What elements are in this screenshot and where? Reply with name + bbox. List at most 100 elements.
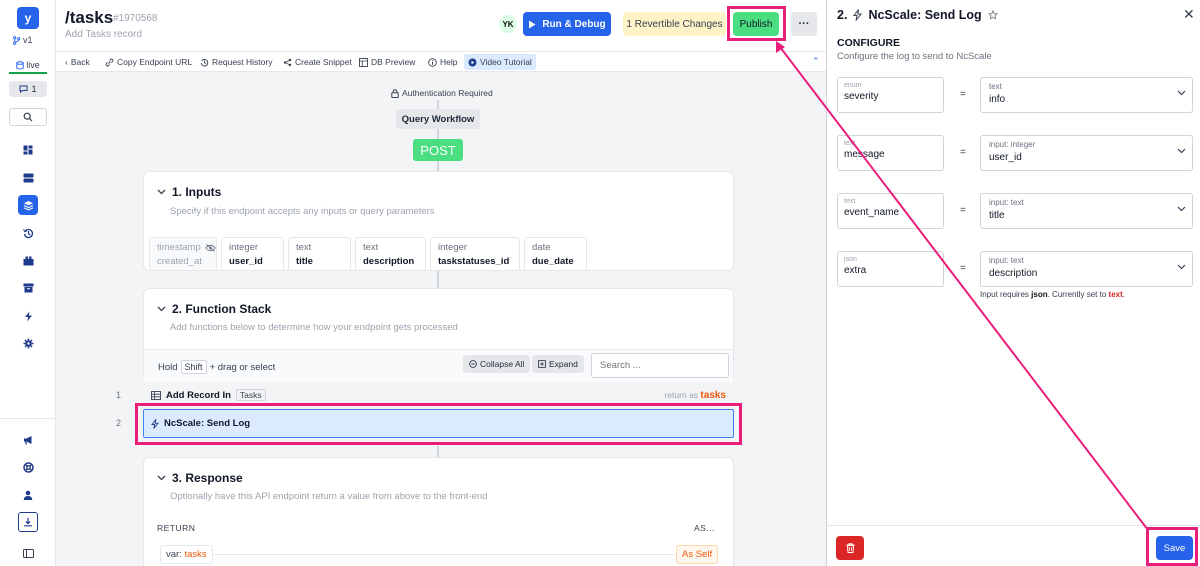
request-history-button[interactable]: Request History bbox=[200, 54, 272, 70]
panel-title-number: 2. bbox=[837, 8, 848, 22]
trash-icon bbox=[846, 543, 854, 553]
environment-live[interactable]: live bbox=[9, 58, 47, 74]
value: user_id bbox=[989, 152, 1022, 163]
download-icon[interactable] bbox=[18, 512, 38, 532]
response-divider bbox=[214, 554, 674, 555]
stack-row-number: 1 bbox=[116, 390, 122, 400]
param-field-event-name[interactable]: text event_name bbox=[837, 193, 944, 229]
branch-version[interactable]: v1 bbox=[12, 35, 33, 45]
function-search-input[interactable] bbox=[591, 353, 729, 378]
run-debug-label: Run & Debug bbox=[542, 18, 606, 30]
param-value-select-event-name[interactable]: input: text title bbox=[980, 193, 1193, 229]
input-chip-due-date[interactable]: date due_date bbox=[524, 237, 587, 271]
eye-slash-icon[interactable] bbox=[205, 244, 216, 252]
equals-sign: = bbox=[960, 147, 966, 158]
page-subtitle[interactable]: Add Tasks record bbox=[65, 29, 142, 40]
library-icon[interactable] bbox=[18, 251, 38, 271]
param-name: severity bbox=[844, 91, 879, 102]
more-options-button[interactable]: ··· bbox=[791, 12, 817, 36]
input-chip-created-at[interactable]: timestamp created_at bbox=[149, 237, 217, 271]
lock-icon bbox=[391, 88, 399, 98]
create-snippet-button[interactable]: Create Snippet bbox=[283, 54, 352, 70]
param-field-severity[interactable]: enum severity bbox=[837, 77, 944, 113]
collapse-toolbar-chevron-icon[interactable]: ⌃ bbox=[812, 56, 820, 67]
copy-endpoint-url-button[interactable]: Copy Endpoint URL bbox=[105, 54, 192, 70]
param-value-select-severity[interactable]: text info bbox=[980, 77, 1193, 113]
expand-button[interactable]: Expand bbox=[532, 355, 584, 373]
http-method-badge[interactable]: POST bbox=[413, 139, 463, 161]
run-debug-button[interactable]: Run & Debug bbox=[523, 12, 611, 36]
shift-key: Shift bbox=[180, 360, 207, 374]
authentication-required[interactable]: Authentication Required bbox=[391, 88, 493, 98]
sidebar-toggle-icon[interactable] bbox=[18, 543, 38, 563]
function-stack-title-row[interactable]: 2. Function Stack bbox=[157, 302, 271, 316]
settings-icon[interactable] bbox=[18, 333, 38, 353]
param-value-select-message[interactable]: input: integer user_id bbox=[980, 135, 1193, 171]
db-preview-button[interactable]: DB Preview bbox=[359, 54, 415, 70]
input-name: description bbox=[363, 256, 415, 267]
input-name: user_id bbox=[229, 256, 263, 267]
collapse-icon bbox=[469, 360, 477, 368]
inputs-title-row[interactable]: 1. Inputs bbox=[157, 185, 221, 199]
return-as-prefix: return as bbox=[664, 390, 699, 400]
value-type: text bbox=[989, 82, 1002, 91]
return-column-header: RETURN bbox=[157, 523, 196, 533]
input-chip-taskstatuses-id[interactable]: integer taskstatuses_id bbox=[430, 237, 520, 271]
param-name: event_name bbox=[844, 207, 900, 218]
revertible-changes-button[interactable]: 1 Revertible Changes bbox=[623, 12, 726, 36]
input-name: created_at bbox=[157, 256, 202, 267]
input-chip-description[interactable]: text description bbox=[355, 237, 426, 271]
input-type: timestamp bbox=[157, 242, 201, 253]
version-label: v1 bbox=[23, 35, 33, 45]
as-self-value[interactable]: As Self bbox=[676, 545, 719, 564]
create-snippet-label: Create Snippet bbox=[295, 57, 352, 67]
help-icon[interactable] bbox=[18, 457, 38, 477]
inputs-subtitle: Specify if this endpoint accepts any inp… bbox=[170, 206, 435, 217]
close-icon[interactable]: ✕ bbox=[1183, 6, 1195, 23]
save-highlight-box bbox=[1146, 527, 1198, 566]
flow-connector bbox=[437, 270, 439, 288]
input-type: integer bbox=[229, 242, 259, 253]
database-icon[interactable] bbox=[18, 168, 38, 188]
video-tutorial-button[interactable]: Video Tutorial bbox=[464, 54, 536, 70]
avatar[interactable]: YK bbox=[499, 15, 517, 33]
db-preview-label: DB Preview bbox=[371, 57, 416, 67]
input-chip-title[interactable]: text title bbox=[288, 237, 351, 271]
help-button[interactable]: Help bbox=[428, 54, 457, 70]
chevron-down-icon bbox=[1177, 90, 1186, 96]
collapse-all-button[interactable]: Collapse All bbox=[463, 355, 531, 373]
lightning-icon[interactable] bbox=[18, 306, 38, 326]
param-field-extra[interactable]: json extra bbox=[837, 251, 944, 287]
param-value-select-extra[interactable]: input: text description bbox=[980, 251, 1193, 287]
input-type: text bbox=[296, 242, 312, 253]
endpoint-toolbar: ‹ Back Copy Endpoint URL Request History… bbox=[56, 51, 826, 72]
history-small-icon bbox=[200, 58, 209, 66]
chevron-left-icon: ‹ bbox=[65, 57, 68, 67]
back-button[interactable]: ‹ Back bbox=[65, 54, 90, 70]
param-field-message[interactable]: text message bbox=[837, 135, 944, 171]
response-variable[interactable]: var: tasks bbox=[160, 545, 213, 564]
param-name: extra bbox=[844, 265, 867, 276]
response-title: 3. Response bbox=[172, 471, 243, 485]
input-chip-user-id[interactable]: integer user_id bbox=[221, 237, 284, 271]
dashboard-icon[interactable] bbox=[18, 140, 38, 160]
chevron-down-icon bbox=[157, 306, 166, 312]
collapse-all-label: Collapse All bbox=[480, 359, 525, 369]
param-type: enum bbox=[844, 82, 862, 89]
delete-function-button[interactable] bbox=[836, 536, 864, 560]
comments-button[interactable]: 1 bbox=[9, 81, 47, 97]
history-icon[interactable] bbox=[18, 223, 38, 243]
archive-icon[interactable] bbox=[18, 278, 38, 298]
rail-search-button[interactable] bbox=[9, 108, 47, 126]
workspace-logo[interactable]: y bbox=[17, 7, 39, 29]
hold-label: Hold bbox=[158, 361, 178, 373]
param-type: text bbox=[844, 140, 856, 147]
comments-count: 1 bbox=[31, 84, 37, 94]
user-icon[interactable] bbox=[18, 485, 38, 505]
megaphone-icon[interactable] bbox=[18, 430, 38, 450]
response-title-row[interactable]: 3. Response bbox=[157, 471, 243, 485]
search-icon bbox=[23, 112, 33, 122]
api-stack-icon[interactable] bbox=[18, 195, 38, 215]
star-icon[interactable] bbox=[987, 10, 998, 20]
function-label-row: Add Record In Tasks bbox=[151, 389, 266, 401]
